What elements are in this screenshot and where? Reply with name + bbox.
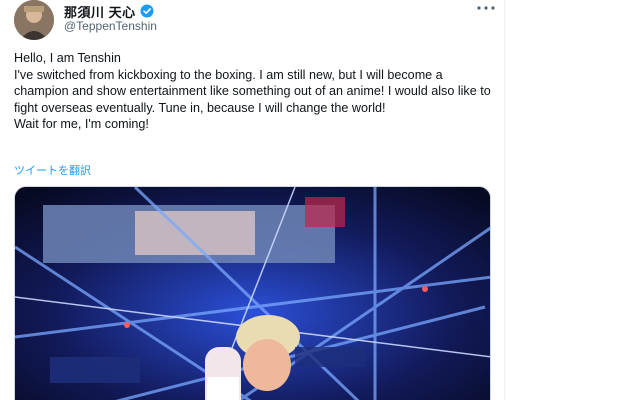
tweet-text: Hello, I am Tenshin I've switched from k… [14,50,494,133]
tweet-line-closing: Wait for me, I'm coming! [14,117,149,132]
tweet-line-greeting: Hello, I am Tenshin [14,51,121,65]
tweet-page: 那須川 天心 @TeppenTenshin Hello, I am Tenshi… [0,0,640,400]
verified-badge-icon [140,4,154,18]
author-display-name[interactable]: 那須川 天心 [64,2,136,21]
author-name-row[interactable]: 那須川 天心 [64,2,154,20]
more-options-icon[interactable] [474,2,498,16]
author-handle[interactable]: @TeppenTenshin [64,19,157,33]
avatar[interactable] [14,0,54,40]
tweet-photo[interactable] [14,186,491,400]
tweet-card: 那須川 天心 @TeppenTenshin Hello, I am Tenshi… [0,0,505,400]
tweet-line-body: I've switched from kickboxing to the box… [14,67,491,115]
translate-tweet-link[interactable]: ツイートを翻訳 [14,162,91,178]
